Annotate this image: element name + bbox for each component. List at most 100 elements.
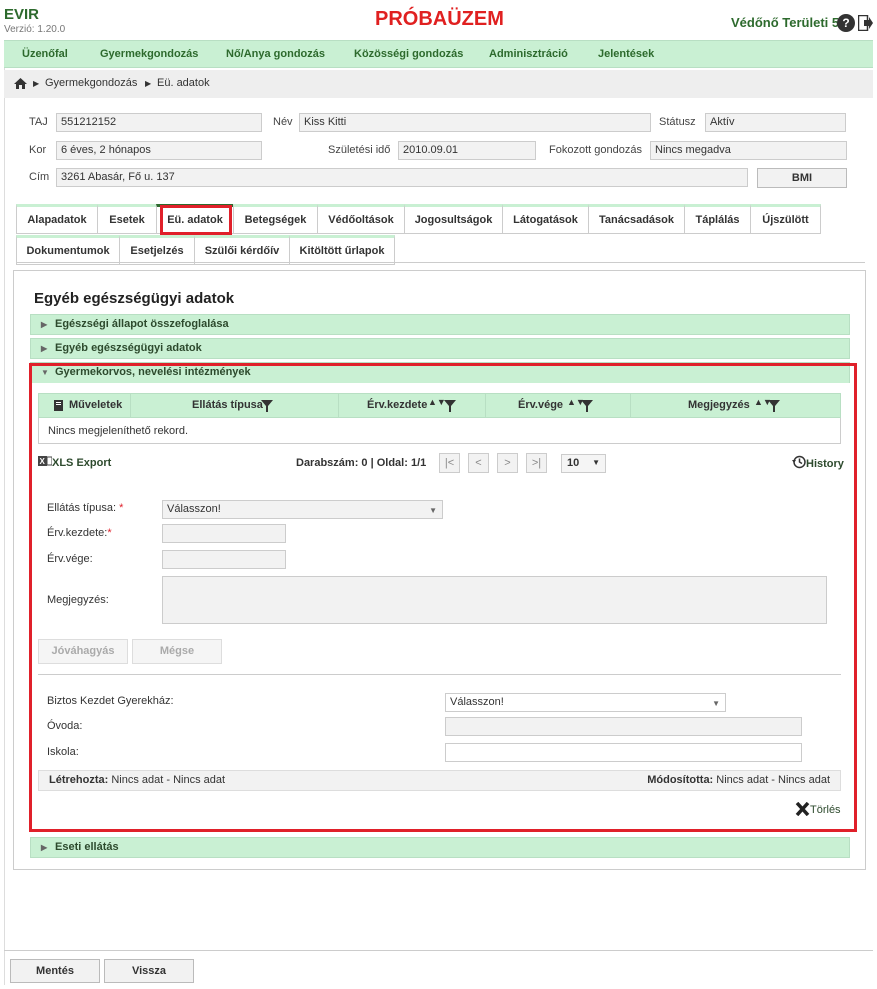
- accordion-occasional-care[interactable]: ▶ Eseti ellátás: [30, 837, 850, 858]
- valid-from-label-text: Érv.kezdete:: [47, 527, 108, 539]
- tab-tanacsadasok[interactable]: Tanácsadások: [588, 204, 685, 234]
- valid-from-label: Érv.kezdete:*: [47, 527, 112, 539]
- birth-date-label: Születési idő: [328, 144, 391, 156]
- menu-item-gyermekgondozas[interactable]: Gyermekgondozás: [100, 48, 198, 60]
- tab-esetjelzes[interactable]: Esetjelzés: [119, 235, 195, 265]
- tab-betegsegek[interactable]: Betegségek: [233, 204, 318, 234]
- tab-vedooltasok[interactable]: Védőoltások: [317, 204, 405, 234]
- last-page-icon[interactable]: >|: [526, 453, 547, 473]
- grid-header: Műveletek Ellátás típusa Érv.kezdete ▲▼ …: [38, 393, 841, 418]
- menu-item-adminisztracio[interactable]: Adminisztráció: [489, 48, 568, 60]
- delete-button[interactable]: Törlés: [795, 801, 841, 817]
- chevron-down-icon: ▼: [429, 506, 437, 515]
- column-header-actions[interactable]: Műveletek: [69, 399, 122, 411]
- taj-label: TAJ: [29, 116, 48, 128]
- column-header-valid-to[interactable]: Érv.vége: [518, 399, 563, 411]
- tab-kitoltott-urlapok[interactable]: Kitöltött űrlapok: [289, 235, 395, 265]
- column-header-type[interactable]: Ellátás típusa: [192, 399, 263, 411]
- age-field: 6 éves, 2 hónapos: [56, 141, 262, 160]
- page-size-select[interactable]: 10 ▼: [561, 454, 606, 473]
- intensified-care-field: Nincs megadva: [650, 141, 847, 160]
- home-icon[interactable]: [14, 78, 27, 89]
- care-type-label-text: Ellátás típusa:: [47, 502, 117, 514]
- modified-by-label: Módosította:: [647, 774, 714, 786]
- menu-item-jelentesek[interactable]: Jelentések: [598, 48, 654, 60]
- school-input[interactable]: [445, 743, 802, 762]
- column-separator: [130, 394, 131, 417]
- chevron-right-icon: ▶: [41, 843, 48, 852]
- empty-grid-message: Nincs megjeleníthető rekord.: [48, 425, 189, 437]
- chevron-right-icon: ▶: [41, 344, 48, 353]
- history-button[interactable]: History: [792, 455, 844, 470]
- delete-label: Törlés: [810, 804, 841, 816]
- close-icon: [795, 801, 810, 817]
- filter-icon[interactable]: [581, 400, 593, 413]
- accordion-label: Egyéb egészségügyi adatok: [55, 342, 202, 354]
- tab-esetek[interactable]: Esetek: [97, 204, 157, 234]
- app-name: EVIR: [4, 6, 40, 23]
- valid-to-input[interactable]: [162, 550, 286, 569]
- tab-alapadatok[interactable]: Alapadatok: [16, 204, 98, 234]
- care-type-value: Válasszon!: [167, 503, 221, 515]
- valid-to-label: Érv.vége:: [47, 553, 93, 565]
- kindergarten-input[interactable]: [445, 717, 802, 736]
- sure-start-select[interactable]: Válasszon! ▼: [445, 693, 726, 712]
- save-button[interactable]: Mentés: [10, 959, 100, 983]
- modified-by: Módosította: Nincs adat - Nincs adat: [647, 774, 830, 786]
- care-type-label: Ellátás típusa: *: [47, 502, 123, 514]
- page-size-value: 10: [567, 457, 580, 469]
- cancel-button[interactable]: Mégse: [132, 639, 222, 664]
- xls-export-label: XLS Export: [52, 457, 112, 469]
- main-menu: Üzenőfal Gyermekgondozás Nő/Anya gondozá…: [4, 40, 873, 68]
- filter-icon[interactable]: [768, 400, 780, 413]
- previous-page-icon[interactable]: <: [468, 453, 489, 473]
- modified-by-value: Nincs adat - Nincs adat: [716, 774, 830, 786]
- pager-info: Darabszám: 0 | Oldal: 1/1: [296, 457, 427, 469]
- column-header-valid-from[interactable]: Érv.kezdete: [367, 399, 427, 411]
- tab-dokumentumok[interactable]: Dokumentumok: [16, 235, 120, 265]
- chevron-down-icon: ▼: [592, 458, 600, 467]
- care-type-select[interactable]: Válasszon! ▼: [162, 500, 443, 519]
- name-label: Név: [273, 116, 293, 128]
- xls-export-button[interactable]: X XLS Export: [38, 455, 111, 469]
- valid-from-input[interactable]: [162, 524, 286, 543]
- accordion-other-health-data[interactable]: ▶ Egyéb egészségügyi adatok: [30, 338, 850, 359]
- tab-taplalas[interactable]: Táplálás: [684, 204, 751, 234]
- tab-szuloi-kerdoiv[interactable]: Szülői kérdőív: [194, 235, 290, 265]
- audit-info-bar: Létrehozta: Nincs adat - Nincs adat Módo…: [38, 770, 841, 791]
- column-separator: [485, 394, 486, 417]
- accordion-health-summary[interactable]: ▶ Egészségi állapot összefoglalása: [30, 314, 850, 335]
- note-label: Megjegyzés:: [47, 594, 109, 606]
- bmi-button[interactable]: BMI: [757, 168, 847, 188]
- help-icon[interactable]: ?: [837, 14, 855, 32]
- approve-button[interactable]: Jóváhagyás: [38, 639, 128, 664]
- column-header-note[interactable]: Megjegyzés: [688, 399, 750, 411]
- filter-icon[interactable]: [444, 400, 456, 413]
- address-label: Cím: [29, 171, 50, 183]
- user-name[interactable]: Védőnő Területi 5: [731, 15, 839, 30]
- tab-jogosultsagok[interactable]: Jogosultságok: [404, 204, 503, 234]
- first-page-icon[interactable]: |<: [439, 453, 460, 473]
- next-page-icon[interactable]: >: [497, 453, 518, 473]
- back-button[interactable]: Vissza: [104, 959, 194, 983]
- note-textarea[interactable]: [162, 576, 827, 624]
- history-icon: [792, 455, 806, 469]
- menu-item-uzenofal[interactable]: Üzenőfal: [22, 48, 68, 60]
- created-by: Létrehozta: Nincs adat - Nincs adat: [49, 774, 225, 786]
- menu-item-kozossegi-gondozas[interactable]: Közösségi gondozás: [354, 48, 463, 60]
- created-by-label: Létrehozta:: [49, 774, 109, 786]
- breadcrumb-item-gyermekgondozas[interactable]: Gyermekgondozás: [45, 77, 137, 89]
- sure-start-label: Biztos Kezdet Gyerekház:: [47, 695, 174, 707]
- filter-icon[interactable]: [261, 400, 273, 413]
- menu-item-no-anya-gondozas[interactable]: Nő/Anya gondozás: [226, 48, 325, 60]
- logout-icon[interactable]: [858, 15, 873, 31]
- app-version: Verzió: 1.20.0: [4, 24, 66, 35]
- section-title: Egyéb egészségügyi adatok: [34, 290, 235, 307]
- tab-ujszulott[interactable]: Újszülött: [750, 204, 821, 234]
- chevron-right-icon: ▶: [145, 79, 152, 88]
- birth-date-field: 2010.09.01: [398, 141, 536, 160]
- tab-latogatasok[interactable]: Látogatások: [502, 204, 589, 234]
- environment-title: PRÓBAÜZEM: [375, 8, 504, 30]
- required-marker: *: [119, 502, 124, 514]
- taj-field: 551212152: [56, 113, 262, 132]
